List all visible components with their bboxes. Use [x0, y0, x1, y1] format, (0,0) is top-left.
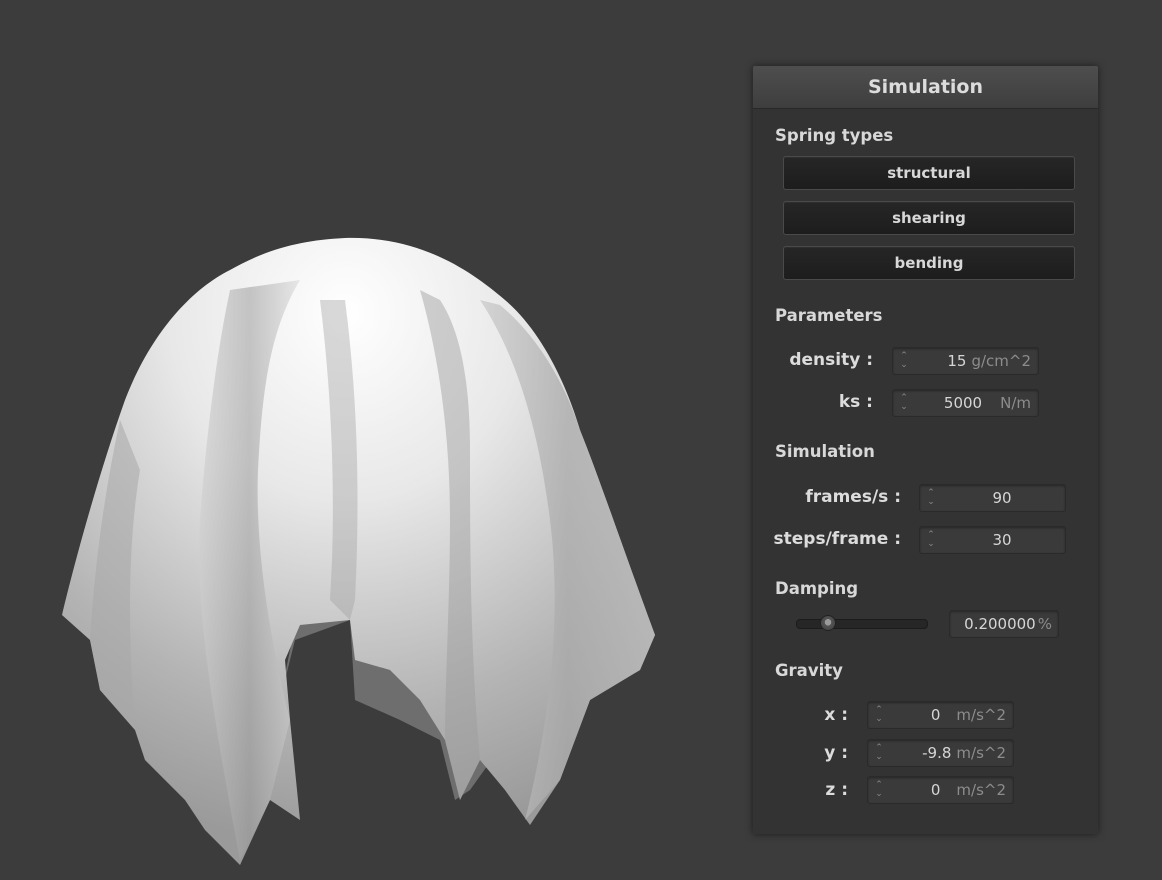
gravity-z-field[interactable]: ⌃ ⌄ 0 m/s^2 — [867, 776, 1014, 804]
gravity-z-label: z : — [825, 780, 848, 800]
damping-slider-handle[interactable] — [819, 615, 836, 631]
damping-slider[interactable] — [796, 615, 928, 631]
spinner-icon[interactable]: ⌃ ⌄ — [896, 352, 912, 370]
ks-field[interactable]: ⌃ ⌄ 5000 N/m — [892, 389, 1039, 417]
spinner-icon[interactable]: ⌃ ⌄ — [923, 531, 939, 549]
ks-label: ks : — [838, 392, 873, 412]
density-label: density : — [789, 350, 873, 370]
spinner-icon[interactable]: ⌃ ⌄ — [896, 394, 912, 412]
shearing-button[interactable]: shearing — [783, 201, 1075, 235]
panel-title: Simulation — [753, 66, 1098, 109]
density-field[interactable]: ⌃ ⌄ 15 g/cm^2 — [892, 347, 1039, 375]
spinner-icon[interactable]: ⌃ ⌄ — [923, 489, 939, 507]
gravity-x-field[interactable]: ⌃ ⌄ 0 m/s^2 — [867, 701, 1014, 729]
steps-field[interactable]: ⌃ ⌄ 30 — [919, 526, 1066, 554]
3d-viewport[interactable] — [0, 0, 740, 880]
parameters-title: Parameters — [775, 306, 883, 325]
fps-label: frames/s : — [805, 487, 901, 507]
cloth-render — [62, 237, 655, 866]
spinner-icon[interactable]: ⌃ ⌄ — [871, 744, 887, 762]
gravity-x-label: x : — [824, 705, 848, 725]
fps-field[interactable]: ⌃ ⌄ 90 — [919, 484, 1066, 512]
steps-label: steps/frame : — [773, 529, 901, 549]
spinner-icon[interactable]: ⌃ ⌄ — [871, 706, 887, 724]
spinner-icon[interactable]: ⌃ ⌄ — [871, 781, 887, 799]
gravity-y-field[interactable]: ⌃ ⌄ -9.8 m/s^2 — [867, 739, 1014, 767]
damping-field[interactable]: 0.200000 % — [949, 610, 1059, 638]
bending-button[interactable]: bending — [783, 246, 1075, 280]
gravity-title: Gravity — [775, 661, 843, 680]
gravity-y-label: y : — [824, 743, 848, 763]
simulation-title: Simulation — [775, 442, 875, 461]
structural-button[interactable]: structural — [783, 156, 1075, 190]
spring-types-title: Spring types — [775, 126, 894, 145]
damping-title: Damping — [775, 579, 859, 598]
simulation-panel: Simulation Spring types structural shear… — [753, 66, 1098, 834]
